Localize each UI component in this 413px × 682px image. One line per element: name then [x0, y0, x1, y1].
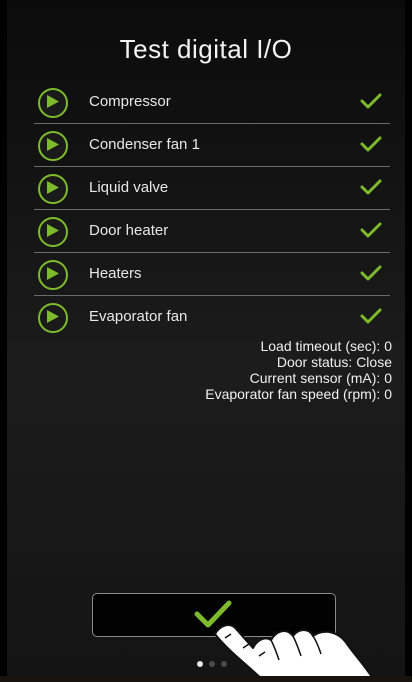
output-row-evaporator-fan[interactable]: Evaporator fan [34, 296, 390, 338]
play-icon[interactable] [38, 260, 68, 290]
bottom-edge [0, 676, 412, 682]
output-row-compressor[interactable]: Compressor [34, 81, 390, 124]
play-icon[interactable] [38, 88, 68, 118]
checkmark-icon [360, 136, 382, 157]
output-label: Evaporator fan [89, 308, 188, 325]
output-label: Condenser fan 1 [89, 136, 200, 153]
play-icon[interactable] [38, 174, 68, 204]
checkmark-icon [360, 93, 382, 114]
evaporator-fan-speed-readout: Evaporator fan speed (rpm): 0 [205, 386, 392, 402]
output-row-door-heater[interactable]: Door heater [34, 210, 390, 253]
checkmark-icon [360, 265, 382, 286]
checkmark-icon [360, 179, 382, 200]
page-dot-active[interactable] [197, 661, 203, 667]
checkmark-icon [360, 308, 382, 329]
play-icon[interactable] [38, 217, 68, 247]
output-label: Liquid valve [89, 179, 169, 196]
checkmark-icon [360, 222, 382, 243]
tap-hand-icon [214, 624, 373, 676]
output-label: Compressor [89, 93, 171, 110]
play-icon[interactable] [38, 303, 68, 333]
output-row-condenser-fan-1[interactable]: Condenser fan 1 [34, 124, 390, 167]
output-label: Door heater [89, 222, 169, 239]
play-icon[interactable] [38, 131, 68, 161]
page-title: Test digital I/O [119, 34, 293, 64]
status-info: Load timeout (sec): 0 Door status: Close… [205, 338, 392, 402]
door-status-readout: Door status: Close [276, 354, 392, 370]
device-frame: Test digital I/O Compressor Condenser fa… [0, 0, 412, 682]
output-label: Heaters [89, 265, 142, 282]
current-sensor-readout: Current sensor (mA): 0 [249, 370, 392, 386]
output-row-liquid-valve[interactable]: Liquid valve [34, 167, 390, 210]
output-row-heaters[interactable]: Heaters [34, 253, 390, 296]
output-list: Compressor Condenser fan 1 Liquid valve [34, 81, 390, 338]
screen: Test digital I/O Compressor Condenser fa… [7, 0, 405, 676]
load-timeout-readout: Load timeout (sec): 0 [260, 338, 392, 354]
